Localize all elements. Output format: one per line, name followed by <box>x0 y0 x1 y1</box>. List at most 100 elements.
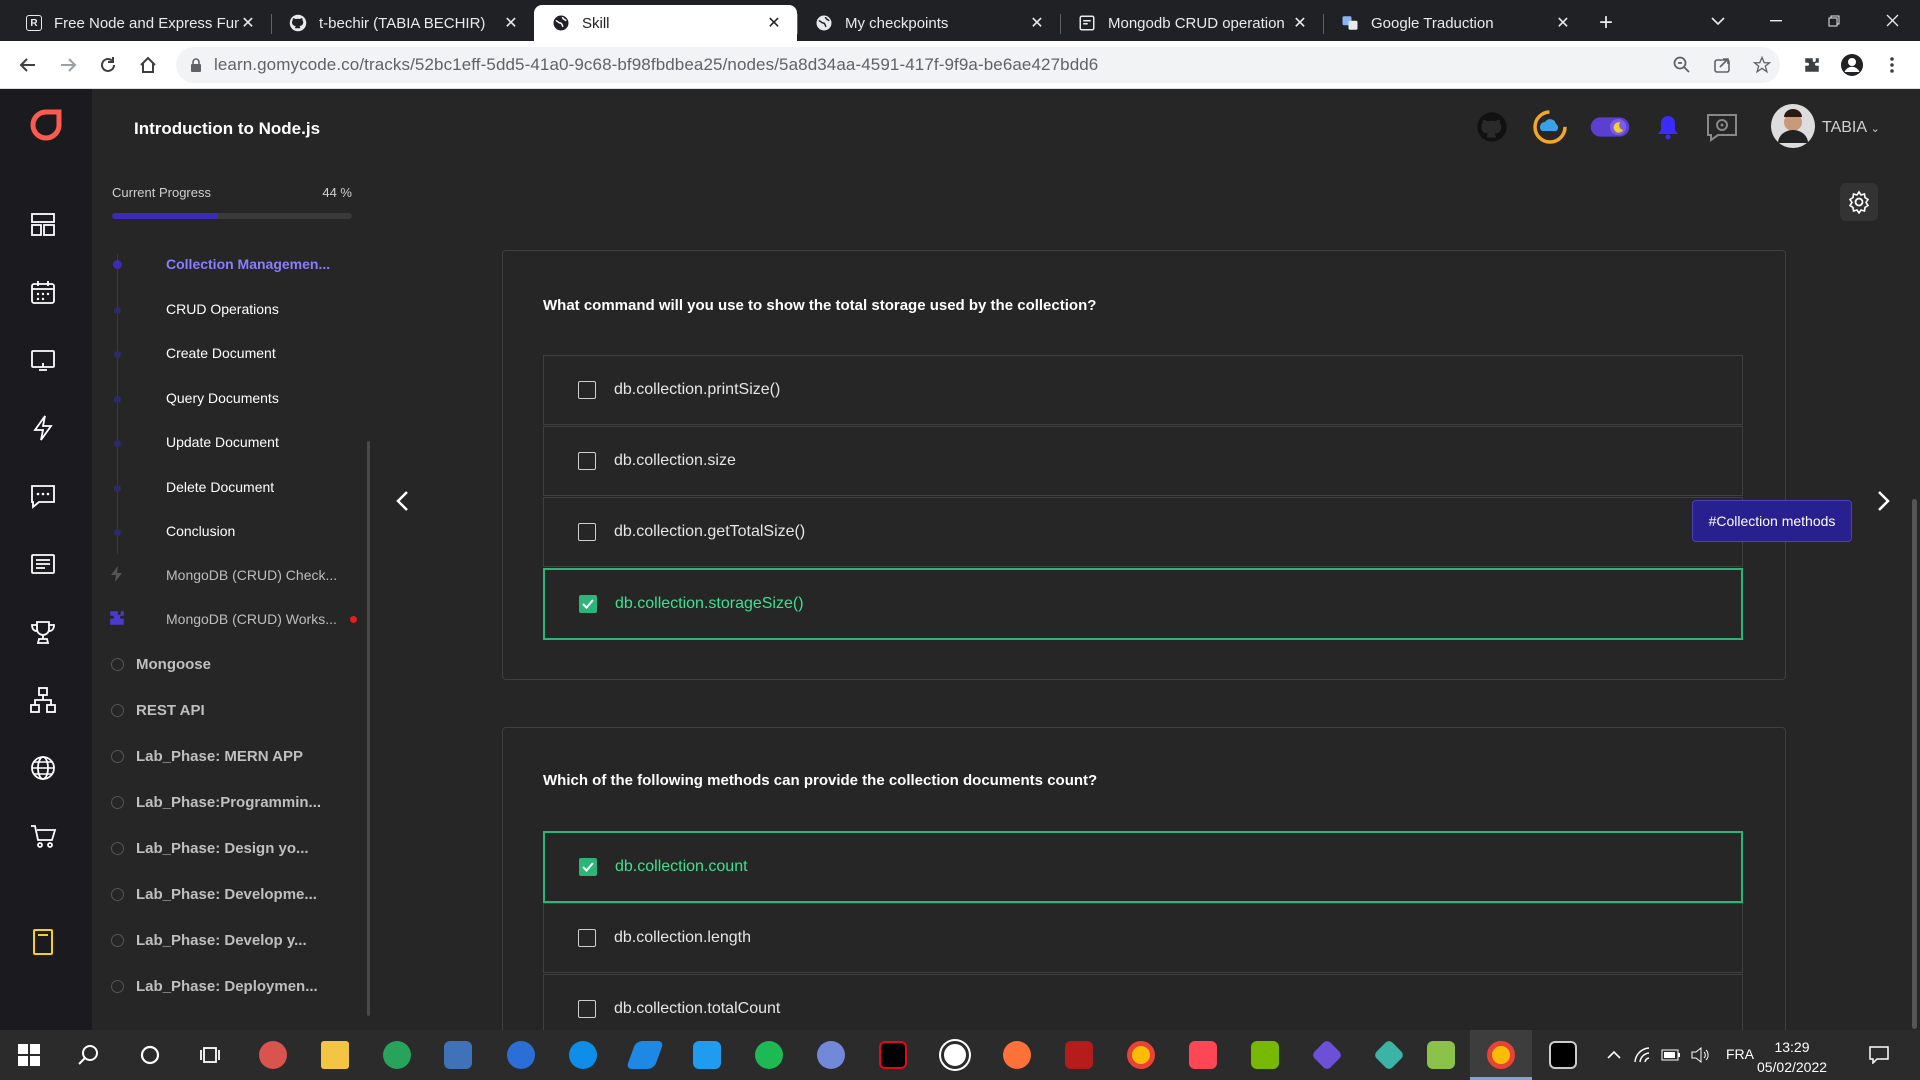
new-tab-button[interactable]: + <box>1586 5 1626 41</box>
lesson-item-crud-workshop[interactable]: MongoDB (CRUD) Works... <box>166 611 337 627</box>
topic-tag-badge[interactable]: #Collection methods <box>1692 500 1852 542</box>
forward-button[interactable] <box>48 45 88 85</box>
globe-icon[interactable] <box>26 751 60 785</box>
search-icon[interactable] <box>72 1038 106 1072</box>
taskbar-app-icon[interactable] <box>1310 1038 1344 1072</box>
checkbox[interactable] <box>578 929 596 947</box>
browser-tab-r[interactable]: R Free Node and Express Fun ✕ <box>8 5 271 41</box>
module-item-rest-api[interactable]: REST API <box>136 702 205 719</box>
sync-cloud-icon[interactable] <box>1530 107 1570 147</box>
address-bar[interactable]: learn.gomycode.co/tracks/52bc1eff-5dd5-4… <box>176 46 1780 83</box>
main-scrollbar[interactable] <box>1912 499 1917 1029</box>
close-tab-icon[interactable]: ✕ <box>1028 13 1046 33</box>
notebook-icon[interactable] <box>26 925 60 959</box>
lesson-item-conclusion[interactable]: Conclusion <box>166 523 235 539</box>
clock[interactable]: 13:29 05/02/2022 <box>1752 1037 1832 1077</box>
module-item-design[interactable]: Lab_Phase: Design yo... <box>136 840 309 857</box>
lesson-item-delete-document[interactable]: Delete Document <box>166 479 274 495</box>
tab-search-icon[interactable] <box>1690 0 1746 41</box>
volume-icon[interactable] <box>1684 1038 1718 1072</box>
file-explorer-icon[interactable] <box>318 1038 352 1072</box>
support-chat-icon[interactable] <box>1702 107 1742 147</box>
answer-option[interactable]: db.collection.totalCount <box>543 974 1743 1030</box>
trophy-icon[interactable] <box>26 615 60 649</box>
browser-tab-mongodb[interactable]: Mongodb CRUD operation ✕ <box>1060 5 1323 41</box>
lesson-item-update-document[interactable]: Update Document <box>166 434 279 450</box>
answer-option[interactable]: db.collection.getTotalSize() <box>543 497 1743 567</box>
lesson-item-collection-management[interactable]: Collection Managemen... <box>166 256 330 272</box>
username[interactable]: TABIA ⌄ <box>1822 119 1880 137</box>
bell-icon[interactable] <box>1648 107 1688 147</box>
profile-avatar-icon[interactable] <box>1836 49 1868 81</box>
whatsapp-icon[interactable] <box>938 1038 972 1072</box>
firefox-icon[interactable] <box>1000 1038 1034 1072</box>
windows-start-icon[interactable] <box>12 1038 46 1072</box>
cart-icon[interactable] <box>26 819 60 853</box>
language-indicator[interactable]: FRA <box>1726 1046 1754 1062</box>
close-tab-icon[interactable]: ✕ <box>239 13 257 33</box>
module-item-develop[interactable]: Lab_Phase: Develop y... <box>136 932 307 949</box>
lesson-item-crud-operations[interactable]: CRUD Operations <box>166 301 279 317</box>
checkbox[interactable] <box>578 1000 596 1018</box>
checkbox[interactable] <box>578 523 596 541</box>
checkbox[interactable] <box>578 381 596 399</box>
gomycode-logo[interactable] <box>28 107 64 143</box>
vscode-icon[interactable] <box>690 1038 724 1072</box>
module-item-mern-app[interactable]: Lab_Phase: MERN APP <box>136 748 303 765</box>
next-arrow-button[interactable] <box>1864 481 1904 521</box>
taskbar-app-icon[interactable] <box>504 1038 538 1072</box>
reload-button[interactable] <box>88 45 128 85</box>
module-item-programming[interactable]: Lab_Phase:Programmin... <box>136 794 321 811</box>
chrome-icon[interactable] <box>1124 1038 1158 1072</box>
zoom-icon[interactable] <box>1666 49 1698 81</box>
module-item-mongoose[interactable]: Mongoose <box>136 656 211 673</box>
close-tab-icon[interactable]: ✕ <box>765 13 783 33</box>
browser-tab-translate[interactable]: Google Traduction ✕ <box>1323 5 1586 41</box>
sidebar-scrollbar[interactable] <box>367 441 370 1016</box>
bookmark-star-icon[interactable] <box>1746 49 1778 81</box>
taskbar-app-icon[interactable] <box>441 1038 475 1072</box>
home-button[interactable] <box>128 45 168 85</box>
module-item-deployment[interactable]: Lab_Phase: Deploymen... <box>136 978 318 995</box>
valorant-icon[interactable] <box>1186 1038 1220 1072</box>
close-tab-icon[interactable]: ✕ <box>1291 13 1309 33</box>
previous-arrow-button[interactable] <box>382 481 422 521</box>
teamviewer-icon[interactable] <box>566 1038 600 1072</box>
hierarchy-icon[interactable] <box>26 683 60 717</box>
browser-tab-github[interactable]: t-bechir (TABIA BECHIR) ✕ <box>271 5 534 41</box>
discord-icon[interactable] <box>814 1038 848 1072</box>
answer-option[interactable]: db.collection.length <box>543 903 1743 973</box>
module-item-development[interactable]: Lab_Phase: Developme... <box>136 886 317 903</box>
restore-button[interactable] <box>1806 0 1862 41</box>
close-tab-icon[interactable]: ✕ <box>1554 13 1572 33</box>
lesson-item-create-document[interactable]: Create Document <box>166 345 276 361</box>
avatar[interactable] <box>1770 103 1816 149</box>
close-tab-icon[interactable]: ✕ <box>502 13 520 33</box>
lesson-item-query-documents[interactable]: Query Documents <box>166 390 279 406</box>
dashboard-icon[interactable] <box>26 207 60 241</box>
dark-mode-toggle[interactable] <box>1590 107 1630 147</box>
browser-tab-skill[interactable]: Skill ✕ <box>534 5 797 41</box>
answer-option-selected[interactable]: db.collection.storageSize() <box>543 568 1743 640</box>
netflix-icon[interactable] <box>876 1038 910 1072</box>
github-icon[interactable] <box>1472 107 1512 147</box>
cortana-icon[interactable] <box>133 1038 167 1072</box>
browser-menu-icon[interactable] <box>1876 49 1908 81</box>
taskbar-app-icon[interactable] <box>1062 1038 1096 1072</box>
answer-option[interactable]: db.collection.printSize() <box>543 355 1743 425</box>
checkbox-checked[interactable] <box>579 595 597 613</box>
taskbar-app-icon[interactable] <box>625 1038 665 1072</box>
news-icon[interactable] <box>26 547 60 581</box>
spotify-icon[interactable] <box>752 1038 786 1072</box>
close-window-button[interactable] <box>1864 0 1920 41</box>
extensions-icon[interactable] <box>1796 49 1828 81</box>
minimize-button[interactable] <box>1748 0 1804 41</box>
browser-tab-checkpoints[interactable]: My checkpoints ✕ <box>797 5 1060 41</box>
chrome-active-icon[interactable] <box>1484 1038 1518 1072</box>
calendar-icon[interactable] <box>26 275 60 309</box>
answer-option[interactable]: db.collection.size <box>543 426 1743 496</box>
lesson-item-crud-checkpoint[interactable]: MongoDB (CRUD) Check... <box>166 567 337 583</box>
git-kraken-icon[interactable] <box>1372 1038 1406 1072</box>
notification-center-icon[interactable] <box>1862 1038 1896 1072</box>
checkbox-checked[interactable] <box>579 858 597 876</box>
